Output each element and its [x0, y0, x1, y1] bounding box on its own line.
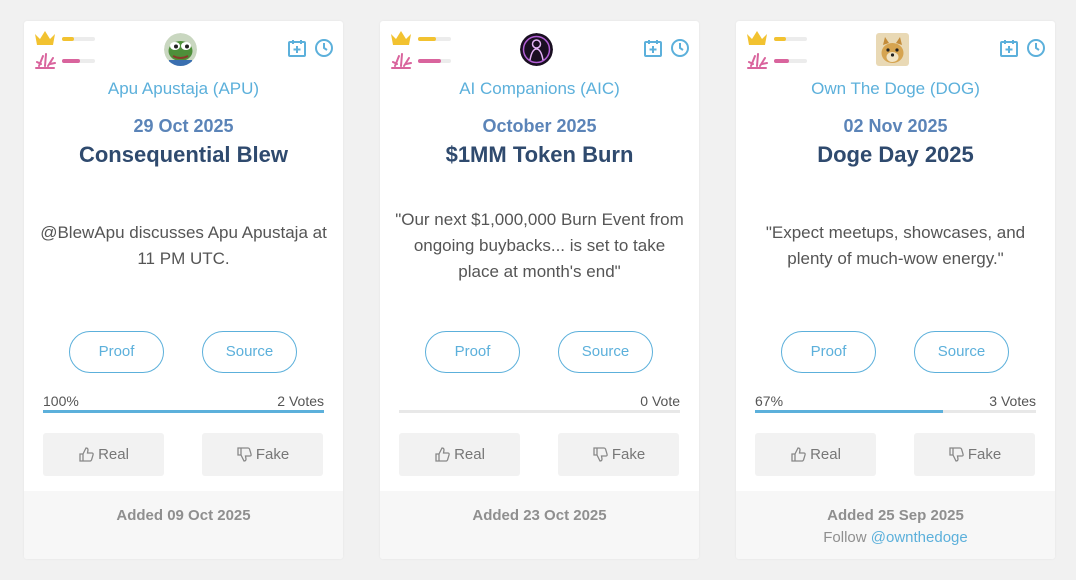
vote-percent: 67% — [755, 393, 784, 409]
crown-meter — [62, 37, 95, 41]
doge-avatar — [876, 33, 909, 66]
add-calendar-icon[interactable] — [643, 38, 663, 58]
thumbs-up-icon — [79, 447, 94, 462]
pepe-frog-avatar — [164, 33, 197, 66]
explosion-icon — [391, 53, 412, 69]
source-button[interactable]: Source — [202, 331, 297, 373]
real-label: Real — [810, 446, 841, 463]
event-date: October 2025 — [482, 116, 597, 136]
added-date: Added 09 Oct 2025 — [116, 507, 251, 524]
explosion-icon — [747, 53, 768, 69]
vote-percent: 100% — [43, 393, 79, 409]
proof-button[interactable]: Proof — [69, 331, 164, 373]
event-card: Own The Doge (DOG) 02 Nov 2025 Doge Day … — [736, 21, 1055, 559]
twitter-handle-link[interactable]: @ownthedoge — [871, 529, 968, 546]
vote-count: 3 Votes — [989, 393, 1036, 409]
spark-meter — [418, 59, 451, 63]
event-description: "Our next $1,000,000 Burn Event from ong… — [395, 210, 684, 281]
add-calendar-icon[interactable] — [999, 38, 1019, 58]
spark-meter — [774, 59, 807, 63]
vote-count: 0 Vote — [640, 393, 680, 409]
token-name[interactable]: Apu Apustaja (APU) — [24, 79, 343, 99]
event-description: @BlewApu discusses Apu Apustaja at 11 PM… — [40, 223, 327, 268]
thumbs-down-icon — [949, 447, 964, 462]
token-name[interactable]: AI Companions (AIC) — [380, 79, 699, 99]
clock-icon[interactable] — [314, 38, 334, 58]
crown-meter — [418, 37, 451, 41]
clock-icon[interactable] — [670, 38, 690, 58]
thumbs-up-icon — [435, 447, 450, 462]
thumbs-down-icon — [593, 447, 608, 462]
crown-icon — [747, 31, 767, 45]
source-button[interactable]: Source — [558, 331, 653, 373]
card-footer: Added 09 Oct 2025 — [24, 491, 343, 559]
event-card: Apu Apustaja (APU) 29 Oct 2025 Consequen… — [24, 21, 343, 559]
follow-line: Follow @ownthedoge — [736, 529, 1055, 546]
thumbs-up-icon — [791, 447, 806, 462]
real-vote-button[interactable]: Real — [755, 433, 876, 476]
fake-vote-button[interactable]: Fake — [914, 433, 1035, 476]
added-date: Added 23 Oct 2025 — [472, 507, 607, 524]
ai-companion-avatar — [520, 33, 553, 66]
source-button[interactable]: Source — [914, 331, 1009, 373]
explosion-icon — [35, 53, 56, 69]
crown-meter — [774, 37, 807, 41]
crown-icon — [35, 31, 55, 45]
vote-progress-bar — [399, 410, 680, 413]
card-footer: Added 23 Oct 2025 — [380, 491, 699, 559]
clock-icon[interactable] — [1026, 38, 1046, 58]
event-card: AI Companions (AIC) October 2025 $1MM To… — [380, 21, 699, 559]
event-title: Doge Day 2025 — [817, 142, 974, 167]
proof-button[interactable]: Proof — [425, 331, 520, 373]
vote-progress-bar — [43, 410, 324, 413]
fake-vote-button[interactable]: Fake — [558, 433, 679, 476]
event-date: 02 Nov 2025 — [843, 116, 948, 136]
token-name[interactable]: Own The Doge (DOG) — [736, 79, 1055, 99]
fake-label: Fake — [255, 446, 290, 463]
real-label: Real — [98, 446, 129, 463]
event-description: "Expect meetups, showcases, and plenty o… — [765, 223, 1026, 268]
real-vote-button[interactable]: Real — [399, 433, 520, 476]
vote-count: 2 Votes — [277, 393, 324, 409]
proof-button[interactable]: Proof — [781, 331, 876, 373]
spark-meter — [62, 59, 95, 63]
follow-prefix: Follow — [823, 529, 871, 546]
fake-label: Fake — [611, 446, 646, 463]
thumbs-down-icon — [237, 447, 252, 462]
add-calendar-icon[interactable] — [287, 38, 307, 58]
real-label: Real — [454, 446, 485, 463]
event-title: Consequential Blew — [78, 142, 289, 167]
event-date: 29 Oct 2025 — [133, 116, 234, 136]
fake-label: Fake — [967, 446, 1002, 463]
card-footer: Added 25 Sep 2025 Follow @ownthedoge — [736, 491, 1055, 559]
crown-icon — [391, 31, 411, 45]
vote-progress-bar — [755, 410, 1036, 413]
added-date: Added 25 Sep 2025 — [827, 507, 964, 524]
fake-vote-button[interactable]: Fake — [202, 433, 323, 476]
real-vote-button[interactable]: Real — [43, 433, 164, 476]
event-title: $1MM Token Burn — [445, 142, 634, 167]
